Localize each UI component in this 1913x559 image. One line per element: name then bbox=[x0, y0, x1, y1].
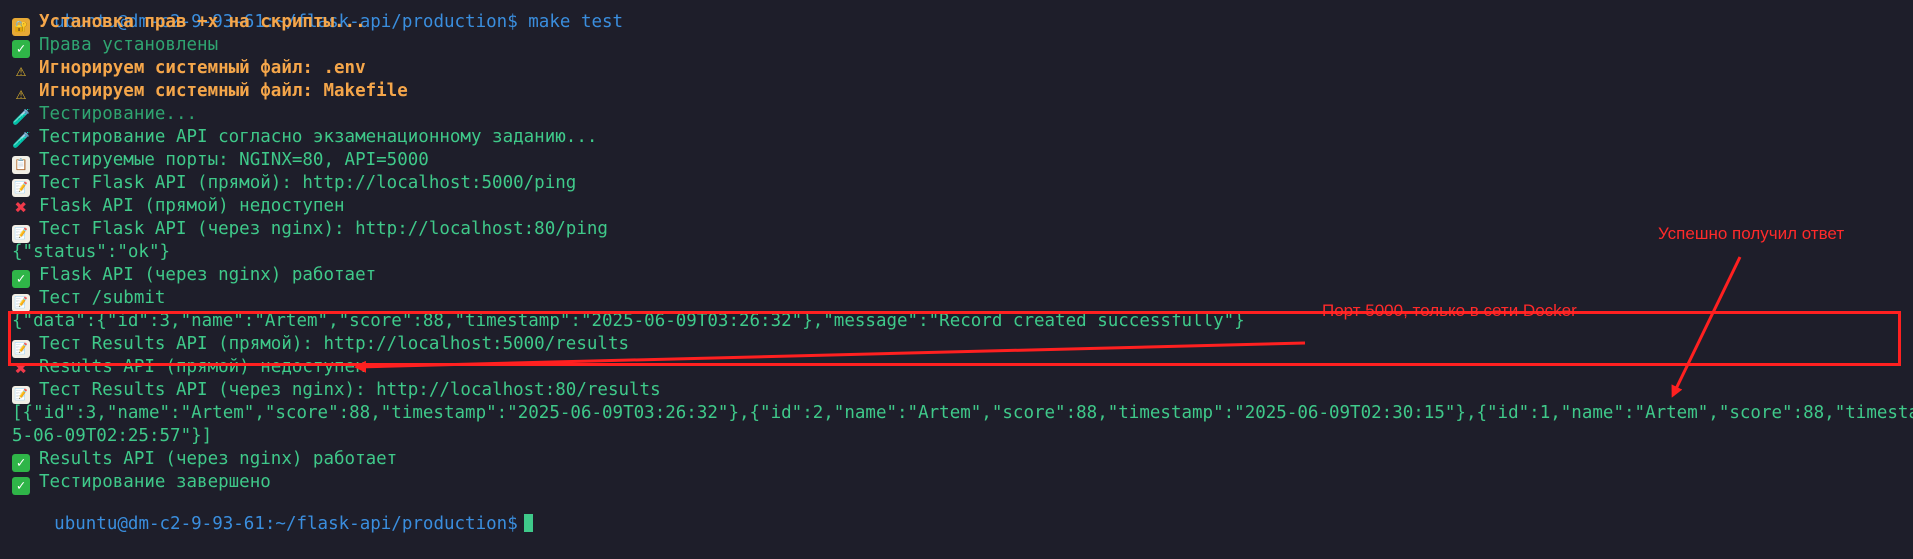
annotation-arrows bbox=[354, 256, 1742, 398]
port-annotation: Порт 5000, только в сети Docker bbox=[1322, 301, 1577, 320]
success-annotation: Успешно получил ответ bbox=[1658, 224, 1845, 243]
prompt-text: ubuntu@dm-c2-9-93-61:~/flask-api/product… bbox=[54, 514, 518, 534]
terminal-window[interactable]: ubuntu@dm-c2-9-93-61:~/flask-api/product… bbox=[0, 0, 1913, 534]
success-arrow bbox=[1671, 256, 1742, 398]
cursor-icon[interactable] bbox=[523, 514, 533, 532]
port-arrow bbox=[354, 341, 1306, 373]
